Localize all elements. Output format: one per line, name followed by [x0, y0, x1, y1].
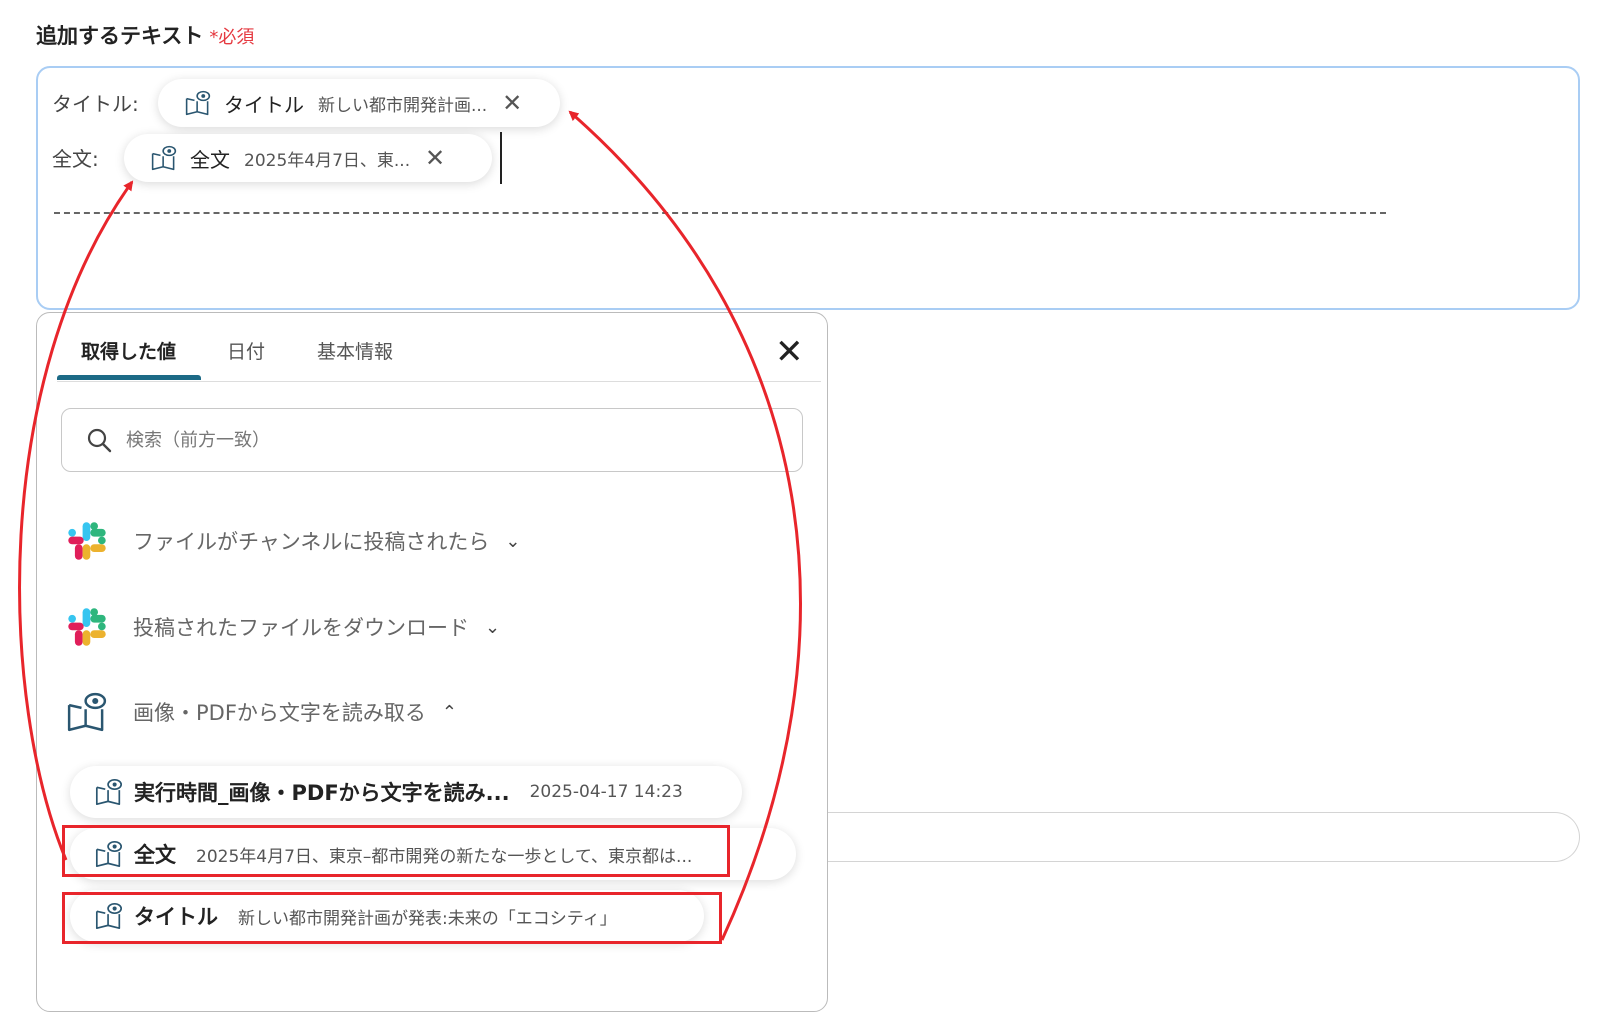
required-text: 必須	[218, 27, 255, 48]
item-value: 2025-04-17 14:23	[529, 782, 683, 802]
editor-line-label-title: タイトル:	[52, 92, 139, 116]
item-name: 実行時間_画像・PDFから文字を読み...	[134, 781, 510, 805]
dashed-separator	[54, 212, 1386, 214]
book-eye-icon	[150, 144, 178, 172]
editor-line-label-body: 全文:	[52, 147, 99, 171]
chevron-down-icon: ⌄	[505, 530, 521, 552]
field-label: 追加するテキスト *必須	[36, 20, 254, 50]
variable-chip-title[interactable]: タイトル 新しい都市開発計画... ✕	[158, 79, 560, 127]
tab-divider	[57, 381, 821, 382]
search-input[interactable]	[124, 428, 728, 452]
section-file-posted[interactable]: ファイルがチャンネルに投稿されたら ⌄	[65, 519, 520, 563]
section-download-file[interactable]: 投稿されたファイルをダウンロード ⌄	[65, 605, 500, 649]
section-ocr[interactable]: 画像・PDFから文字を読み取る ⌃	[65, 690, 457, 734]
chip-value: 2025年4月7日、東...	[244, 150, 411, 171]
tab-retrieved-values[interactable]: 取得した値	[81, 337, 176, 364]
book-eye-icon	[94, 777, 124, 807]
close-icon[interactable]: ✕	[422, 144, 448, 172]
section-title: 投稿されたファイルをダウンロード	[133, 616, 469, 640]
close-panel-button[interactable]: ✕	[775, 335, 804, 369]
book-eye-icon	[184, 89, 212, 117]
variable-chip-body[interactable]: 全文 2025年4月7日、東... ✕	[124, 134, 492, 182]
search-box[interactable]	[61, 408, 803, 472]
section-title: ファイルがチャンネルに投稿されたら	[133, 530, 490, 554]
ocr-book-eye-icon	[65, 690, 109, 734]
text-caret	[500, 132, 502, 184]
close-icon[interactable]: ✕	[499, 89, 525, 117]
search-icon	[87, 428, 112, 453]
slack-icon	[65, 605, 109, 649]
next-input-field[interactable]	[820, 812, 1580, 862]
highlight-box-body	[62, 825, 730, 877]
slack-icon	[65, 519, 109, 563]
chip-name: タイトル	[224, 92, 304, 117]
output-item-exec-time[interactable]: 実行時間_画像・PDFから文字を読み... 2025-04-17 14:23	[70, 766, 742, 818]
tab-basic-info[interactable]: 基本情報	[317, 337, 393, 364]
active-tab-indicator	[57, 375, 201, 380]
tab-date[interactable]: 日付	[227, 337, 265, 364]
highlight-box-title	[62, 892, 722, 944]
section-title: 画像・PDFから文字を読み取る	[133, 701, 426, 725]
chip-name: 全文	[190, 147, 230, 172]
field-label-text: 追加するテキスト	[36, 24, 204, 48]
chip-value: 新しい都市開発計画...	[318, 95, 488, 116]
chevron-up-icon: ⌃	[441, 701, 458, 723]
chevron-down-icon: ⌄	[485, 616, 501, 638]
